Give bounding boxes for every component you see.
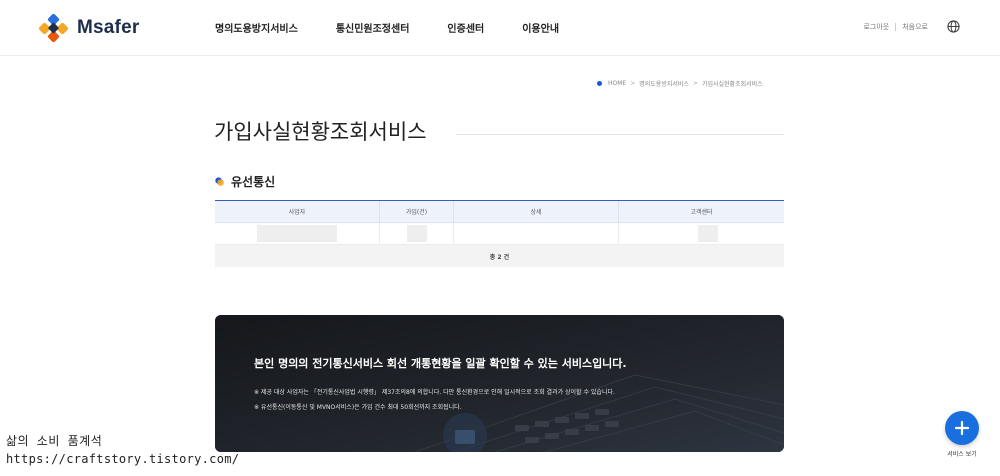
table-row bbox=[215, 223, 784, 245]
home-dot-icon bbox=[597, 81, 602, 86]
nav-item-guide[interactable]: 이용안내 bbox=[522, 20, 559, 35]
redacted-value bbox=[406, 225, 427, 242]
subscription-table: 사업자 가입(건) 상세 고객센터 총 2 건 bbox=[215, 200, 784, 267]
main-nav: 명의도용방지서비스 통신민원조정센터 인증센터 이용안내 bbox=[215, 20, 597, 35]
col-header-customer-center: 고객센터 bbox=[690, 209, 713, 216]
banner-note-2: ※ 유선통신(이동통신 및 MVNO서비스)은 가입 건수 최대 50회선까지 … bbox=[254, 404, 462, 411]
service-view-button[interactable] bbox=[945, 411, 979, 445]
col-header-provider: 사업자 bbox=[215, 201, 380, 222]
service-banner: 본인 명의의 전기통신서비스 회선 개통현황을 일괄 확인할 수 있는 서비스입… bbox=[215, 315, 784, 452]
col-header-detail: 상세 bbox=[454, 201, 619, 222]
breadcrumb-separator: > bbox=[630, 80, 636, 87]
detail-cell bbox=[454, 223, 619, 244]
redacted-value bbox=[257, 225, 337, 242]
col-header-count: 가입(건) bbox=[380, 201, 454, 222]
nav-item-identity-theft[interactable]: 명의도용방지서비스 bbox=[215, 20, 298, 35]
watermark-url: https://craftstory.tistory.com/ bbox=[6, 452, 240, 466]
logo-icon bbox=[38, 14, 69, 42]
blog-watermark: 삶의 소비 품계석 https://craftstory.tistory.com… bbox=[6, 432, 239, 466]
count-cell bbox=[380, 223, 454, 244]
globe-icon[interactable] bbox=[947, 20, 960, 33]
breadcrumb-home[interactable]: HOME bbox=[608, 80, 626, 87]
section-title: 유선통신 bbox=[231, 175, 276, 189]
site-header: Msafer 명의도용방지서비스 통신민원조정센터 인증센터 이용안내 로그아웃… bbox=[0, 0, 1000, 56]
section-heading: 유선통신 bbox=[215, 173, 275, 190]
plus-icon bbox=[954, 420, 970, 436]
site-logo[interactable]: Msafer bbox=[37, 14, 139, 42]
provider-cell bbox=[215, 223, 380, 244]
nav-item-auth-center[interactable]: 인증센터 bbox=[447, 20, 484, 35]
nav-item-complaint-center[interactable]: 통신민원조정센터 bbox=[336, 20, 410, 35]
breadcrumb-level1[interactable]: 명의도용방지서비스 bbox=[639, 79, 689, 88]
table-total: 총 2 건 bbox=[215, 245, 784, 267]
redacted-value bbox=[697, 225, 718, 242]
section-bullet-icon bbox=[215, 177, 224, 186]
banner-note-1: ※ 제공 대상 사업자는 「전기통신사업법 시행령」 제37조의8에 의합니다.… bbox=[254, 389, 615, 396]
title-divider bbox=[456, 134, 784, 135]
logout-link[interactable]: 로그아웃 bbox=[863, 22, 889, 32]
util-divider bbox=[895, 23, 897, 31]
breadcrumb-current: 가입사실현황조회서비스 bbox=[701, 81, 763, 88]
breadcrumb-separator: > bbox=[692, 80, 698, 87]
service-view-label[interactable]: 서비스 보기 bbox=[940, 449, 984, 458]
banner-background-image bbox=[215, 315, 784, 452]
banner-title: 본인 명의의 전기통신서비스 회선 개통현황을 일괄 확인할 수 있는 서비스입… bbox=[254, 357, 627, 370]
table-header: 사업자 가입(건) 상세 고객센터 bbox=[215, 201, 784, 223]
home-link[interactable]: 처음으로 bbox=[902, 22, 928, 32]
util-links: 로그아웃 처음으로 bbox=[863, 22, 928, 32]
logo-text: Msafer bbox=[77, 17, 140, 38]
page-title: 가입사실현황조회서비스 bbox=[214, 120, 427, 144]
watermark-title: 삶의 소비 품계석 bbox=[6, 434, 103, 448]
breadcrumb: HOME > 명의도용방지서비스 > 가입사실현황조회서비스 bbox=[597, 79, 763, 88]
customer-center-cell bbox=[619, 223, 784, 244]
